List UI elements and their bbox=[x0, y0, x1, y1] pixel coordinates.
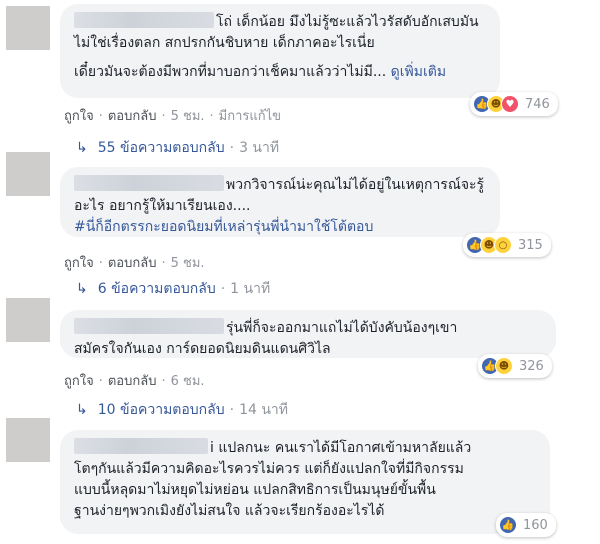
reactions-summary[interactable]: 👍 ☻ 326 bbox=[478, 354, 552, 378]
comment-text-line: ฐานง่ายๆพวกเมิงยังไม่สนใจ แล้วจะเรียกร้อ… bbox=[74, 503, 385, 519]
wow-reaction-icon: ○ bbox=[494, 236, 512, 254]
comment-bubble: โถ่ เด็กน้อย มึงไม่รู้ซะแล้วไวรัสดับอักเ… bbox=[60, 4, 500, 98]
reply-link[interactable]: ตอบกลับ bbox=[108, 256, 157, 271]
comment-text-line: พวกวิจารณ์น่ะคุณไม่ได้อยู่ในเหตุการณ์จะร… bbox=[226, 177, 485, 193]
view-replies[interactable]: ↳ 55 ข้อความตอบกลับ · 3 นาที bbox=[76, 137, 279, 159]
comment-text-line: สมัครใจกันเอง การ์ดยอดนิยมดินแดนศิวิไล bbox=[74, 341, 331, 357]
see-more-link[interactable]: ดูเพิ่มเติม bbox=[391, 64, 446, 80]
commenter-name-redacted[interactable] bbox=[74, 438, 208, 454]
reaction-count: 160 bbox=[523, 517, 548, 533]
like-link[interactable]: ถูกใจ bbox=[64, 109, 94, 124]
edited-label[interactable]: มีการแก้ไข bbox=[219, 109, 281, 124]
comment-text-line: ไม่ใช่เรื่องตลก สกปรกกันชิบหาย เด็กภาคอะ… bbox=[74, 35, 375, 51]
avatar[interactable] bbox=[6, 418, 50, 462]
timestamp[interactable]: 6 ชม. bbox=[171, 374, 205, 389]
comment-actions: ถูกใจ · ตอบกลับ · 6 ชม. bbox=[64, 374, 205, 389]
reactions-summary[interactable]: 👍 ☻ ○ 315 bbox=[463, 233, 551, 257]
reply-arrow-icon: ↳ bbox=[76, 281, 88, 297]
reply-link[interactable]: ตอบกลับ bbox=[108, 109, 157, 124]
like-link[interactable]: ถูกใจ bbox=[64, 374, 94, 389]
comment-text-line: อะไร อยากรู้ให้มาเรียนเอง.... bbox=[74, 198, 251, 214]
comment-text-line: เดี๋ยวมันจะต้องมีพวกที่มาบอกว่าเช็คมาแล้… bbox=[74, 64, 387, 80]
like-link[interactable]: ถูกใจ bbox=[64, 256, 94, 271]
reply-arrow-icon: ↳ bbox=[76, 140, 88, 156]
comment-text-line: รุ่นพี่ก็จะออกมาแถไม่ได้บังคับน้องๆเขา bbox=[226, 320, 458, 336]
commenter-name-redacted[interactable] bbox=[74, 175, 224, 191]
replies-time: 14 นาที bbox=[239, 402, 289, 418]
view-replies[interactable]: ↳ 6 ข้อความตอบกลับ · 1 นาที bbox=[76, 278, 270, 300]
replies-time: 1 นาที bbox=[230, 281, 271, 297]
comment-bubble: i แปลกนะ คนเราได้มีโอกาศเข้ามหาลัยแล้ว โ… bbox=[60, 430, 550, 534]
comment-actions: ถูกใจ · ตอบกลับ · 5 ชม. · มีการแก้ไข bbox=[64, 109, 282, 124]
replies-time: 3 นาที bbox=[239, 140, 280, 156]
comment-text-line: โตๆกันแล้วมีความคิดอะไรควรไม่ควร แต่ก็ยั… bbox=[74, 461, 464, 477]
view-replies[interactable]: ↳ 10 ข้อความตอบกลับ · 14 นาที bbox=[76, 399, 288, 421]
reply-arrow-icon: ↳ bbox=[76, 402, 88, 418]
reaction-count: 746 bbox=[525, 96, 550, 112]
comment-text-line: โถ่ เด็กน้อย มึงไม่รู้ซะแล้วไวรัสดับอักเ… bbox=[216, 14, 479, 30]
timestamp[interactable]: 5 ชม. bbox=[171, 109, 205, 124]
commenter-name-redacted[interactable] bbox=[74, 12, 214, 28]
reactions-summary[interactable]: 👍 ☻ ♥ 746 bbox=[470, 92, 558, 116]
comment-text-line: แบบนี้หลุดมาไม่หยุดไม่หย่อน แปลกสิทธิการ… bbox=[74, 482, 436, 498]
timestamp[interactable]: 5 ชม. bbox=[171, 256, 205, 271]
love-reaction-icon: ♥ bbox=[501, 95, 519, 113]
reaction-count: 326 bbox=[519, 358, 544, 374]
comment-bubble: พวกวิจารณ์น่ะคุณไม่ได้อยู่ในเหตุการณ์จะร… bbox=[60, 167, 500, 237]
commenter-name-redacted[interactable] bbox=[74, 318, 224, 334]
haha-reaction-icon: ☻ bbox=[495, 357, 513, 375]
avatar[interactable] bbox=[6, 152, 50, 196]
replies-count-link[interactable]: 10 ข้อความตอบกลับ bbox=[98, 399, 225, 421]
comment-bubble: รุ่นพี่ก็จะออกมาแถไม่ได้บังคับน้องๆเขา ส… bbox=[60, 310, 556, 358]
reaction-count: 315 bbox=[518, 237, 543, 253]
comment-text-line: i แปลกนะ คนเราได้มีโอกาศเข้ามหาลัยแล้ว bbox=[210, 440, 472, 456]
comment-actions: ถูกใจ · ตอบกลับ · 5 ชม. bbox=[64, 256, 205, 271]
replies-count-link[interactable]: 55 ข้อความตอบกลับ bbox=[98, 137, 225, 159]
hashtag-link[interactable]: #นี่ก็อีกตรรกะยอดนิยมที่เหล่ารุ่นพี่นำมา… bbox=[74, 217, 486, 238]
replies-count-link[interactable]: 6 ข้อความตอบกลับ bbox=[98, 278, 216, 300]
reactions-summary[interactable]: 👍 160 bbox=[496, 513, 556, 537]
avatar[interactable] bbox=[6, 298, 50, 342]
reply-link[interactable]: ตอบกลับ bbox=[108, 374, 157, 389]
avatar[interactable] bbox=[6, 6, 50, 50]
like-reaction-icon: 👍 bbox=[499, 516, 517, 534]
